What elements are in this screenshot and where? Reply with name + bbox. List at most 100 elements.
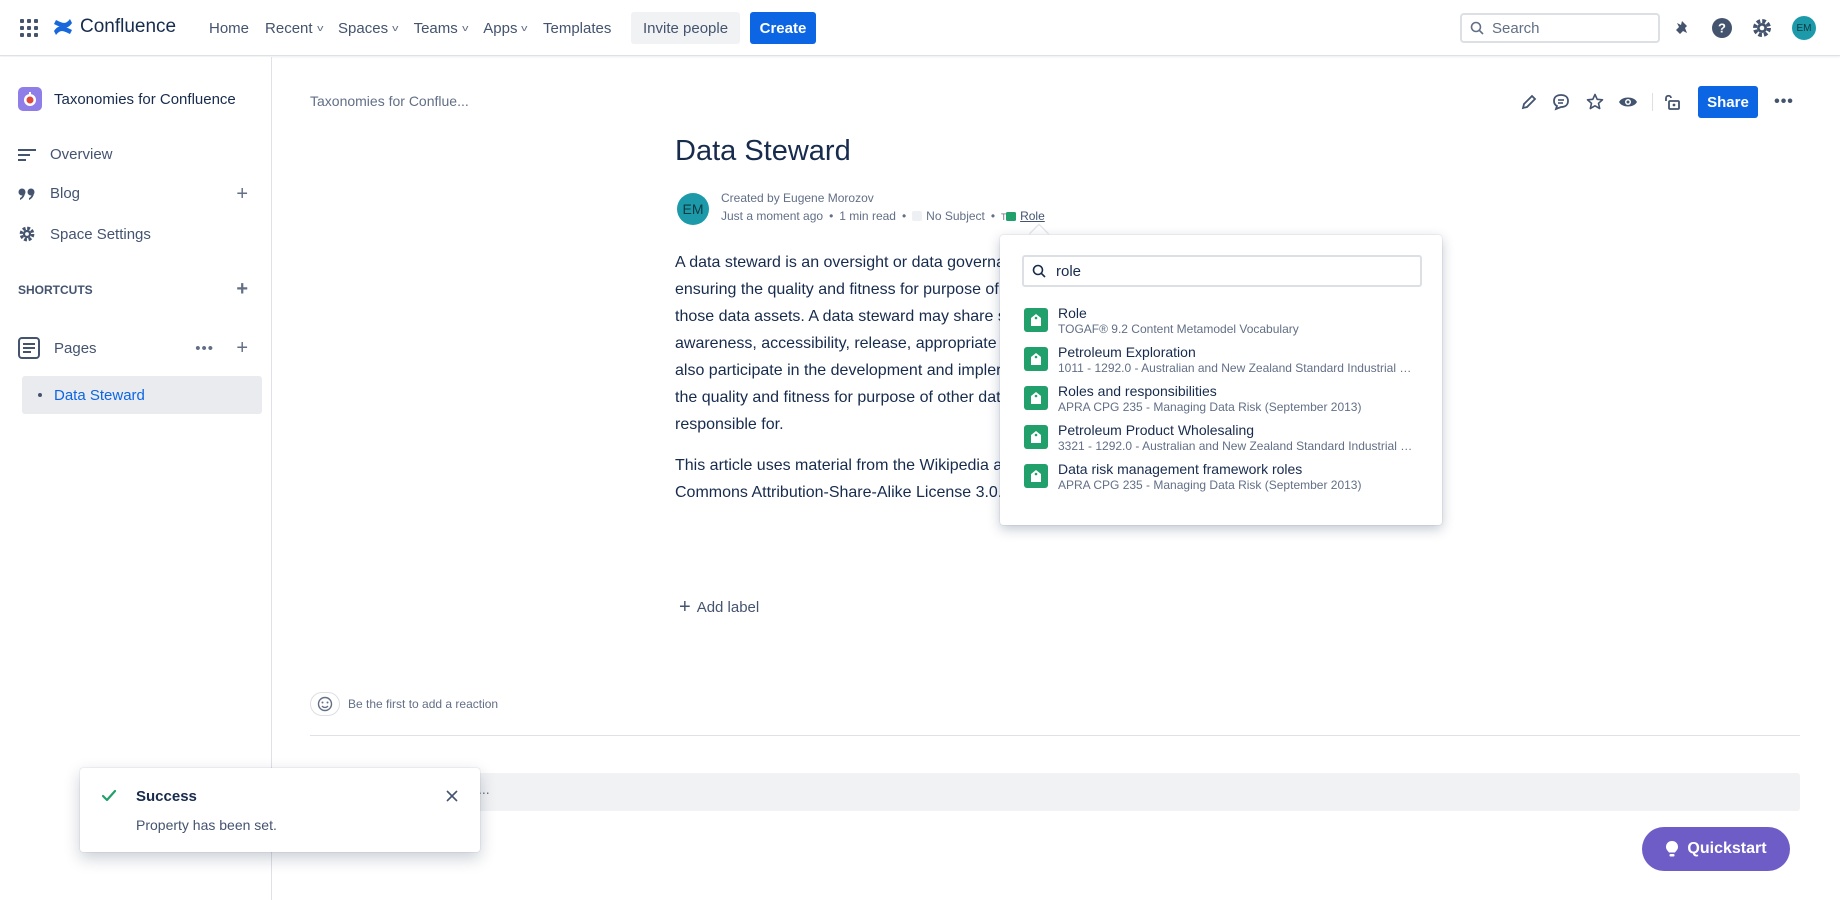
shortcuts-section: SHORTCUTS + <box>18 279 248 299</box>
comment-input[interactable]: ... <box>310 773 1800 811</box>
add-label-button[interactable]: + Add label <box>679 597 759 617</box>
sidebar-item-label: Blog <box>50 185 81 202</box>
nav-recent[interactable]: Recent v <box>257 12 330 44</box>
sidebar-item-label: Space Settings <box>50 225 151 243</box>
breadcrumb[interactable]: Taxonomies for Conflue... <box>310 93 469 109</box>
add-shortcut-plus-icon[interactable]: + <box>236 279 248 299</box>
quote-icon <box>18 188 35 200</box>
tag-icon <box>1024 347 1048 371</box>
search-icon <box>1032 264 1046 278</box>
body-line: responsible for. <box>675 416 784 433</box>
space-logo-icon <box>18 87 42 111</box>
add-reaction-button[interactable] <box>310 692 340 716</box>
share-button[interactable]: Share <box>1698 86 1758 118</box>
page-tree-label: Data Steward <box>54 386 145 404</box>
taxonomy-search-value: role <box>1056 262 1082 280</box>
space-header[interactable]: Taxonomies for Confluence <box>18 87 236 111</box>
notifications-icon[interactable] <box>1670 16 1694 40</box>
create-button[interactable]: Create <box>750 12 816 44</box>
created-by-text[interactable]: Created by Eugene Morozov <box>721 191 874 205</box>
subject-property[interactable]: No Subject <box>912 209 985 223</box>
result-subtitle: 1011 - 1292.0 - Australian and New Zeala… <box>1058 361 1418 375</box>
svg-text:?: ? <box>1718 21 1726 36</box>
subject-icon <box>912 211 923 221</box>
sidebar-item-overview[interactable]: Overview <box>18 146 248 163</box>
nav-teams[interactable]: Teams v <box>406 12 476 44</box>
taxonomy-result-item[interactable]: Data risk management framework roles APR… <box>1024 459 1424 497</box>
nav-apps-label: Apps <box>483 19 518 37</box>
body-line: A data steward is an oversight or data g… <box>675 254 1000 271</box>
settings-gear-icon[interactable] <box>1750 16 1774 40</box>
checkmark-icon <box>101 789 117 802</box>
nav-templates-label: Templates <box>542 19 612 37</box>
author-avatar[interactable]: EM <box>677 193 709 225</box>
nav-spaces[interactable]: Spaces v <box>330 12 406 44</box>
more-actions-icon[interactable]: ••• <box>1772 90 1796 114</box>
search-icon <box>1470 21 1484 35</box>
taxonomy-picker-popup: role Role TOGAF® 9.2 Content Metamodel V… <box>1000 235 1442 525</box>
search-input[interactable]: Search <box>1460 13 1660 43</box>
result-subtitle: APRA CPG 235 - Managing Data Risk (Septe… <box>1058 478 1362 492</box>
add-blog-plus-icon[interactable]: + <box>236 184 248 204</box>
reactions-bar: Be the first to add a reaction <box>310 692 498 716</box>
page-tree-item[interactable]: Data Steward <box>22 376 262 414</box>
space-name: Taxonomies for Confluence <box>54 90 236 108</box>
result-subtitle: 3321 - 1292.0 - Australian and New Zeala… <box>1058 439 1418 453</box>
tag-icon <box>1024 386 1048 410</box>
bullet-icon <box>38 393 42 397</box>
nav-apps[interactable]: Apps v <box>475 12 535 44</box>
comment-icon[interactable] <box>1549 90 1573 114</box>
search-placeholder: Search <box>1492 19 1540 37</box>
watch-eye-icon[interactable] <box>1616 90 1640 114</box>
chevron-down-icon: v <box>521 23 528 33</box>
body-line: Commons Attribution-Share-Alike License … <box>675 484 1000 501</box>
tag-icon <box>1024 464 1048 488</box>
reaction-hint: Be the first to add a reaction <box>348 697 499 711</box>
body-line: ensuring the quality and fitness for pur… <box>675 281 999 298</box>
success-toast: Success Property has been set. <box>80 768 480 852</box>
nav-recent-label: Recent <box>265 19 313 37</box>
close-icon[interactable] <box>444 788 460 804</box>
result-title: Petroleum Product Wholesaling <box>1058 422 1255 438</box>
main-nav: Home Recent v Spaces v Teams v Apps v Templa… <box>201 0 619 56</box>
role-property[interactable]: T Role <box>1001 209 1045 223</box>
nav-home[interactable]: Home <box>201 12 257 44</box>
edit-pencil-icon[interactable] <box>1517 90 1541 114</box>
add-page-plus-icon[interactable]: + <box>236 338 248 358</box>
star-icon[interactable] <box>1583 90 1607 114</box>
lightbulb-icon <box>1666 841 1679 857</box>
subject-label: No Subject <box>926 209 985 223</box>
separator: • <box>829 209 834 223</box>
chevron-down-icon: v <box>461 23 469 33</box>
page-time: Just a moment ago <box>721 209 824 223</box>
confluence-logo[interactable]: Confluence <box>52 16 176 38</box>
help-icon[interactable]: ? <box>1710 16 1734 40</box>
taxonomy-search-input[interactable]: role <box>1022 255 1422 287</box>
body-line: awareness, accessibility, release, appro… <box>675 335 1000 352</box>
taxonomy-result-item[interactable]: Role TOGAF® 9.2 Content Metamodel Vocabu… <box>1024 303 1424 341</box>
app-switcher-icon[interactable] <box>20 19 38 37</box>
app-name: Confluence <box>80 16 177 37</box>
tag-icon <box>1024 425 1048 449</box>
more-options-icon[interactable]: ••• <box>195 340 214 357</box>
result-title: Data risk management framework roles <box>1058 461 1303 477</box>
result-title: Roles and responsibilities <box>1058 383 1217 399</box>
sidebar-item-blog[interactable]: Blog + <box>18 184 248 204</box>
page-body-paragraph: A data steward is an oversight or data g… <box>675 249 1000 438</box>
page-body-paragraph-2: This article uses material from the Wiki… <box>675 452 1000 506</box>
quickstart-button[interactable]: Quickstart <box>1642 827 1790 871</box>
taxonomy-result-item[interactable]: Roles and responsibilities APRA CPG 235 … <box>1024 381 1424 419</box>
taxonomy-result-item[interactable]: Petroleum Exploration 1011 - 1292.0 - Au… <box>1024 342 1424 380</box>
invite-people-button[interactable]: Invite people <box>631 12 741 44</box>
taxonomy-result-item[interactable]: Petroleum Product Wholesaling 3321 - 129… <box>1024 420 1424 458</box>
nav-templates[interactable]: Templates <box>535 12 619 44</box>
sidebar-item-space-settings[interactable]: Space Settings <box>18 225 248 243</box>
sidebar-item-pages[interactable]: Pages ••• + <box>18 337 248 359</box>
read-time: 1 min read <box>839 209 896 223</box>
restrictions-unlock-icon[interactable] <box>1660 90 1684 114</box>
user-avatar[interactable]: EM <box>1792 16 1816 40</box>
top-navigation-bar: Confluence Home Recent v Spaces v Teams v A… <box>0 0 1840 56</box>
separator: • <box>901 209 907 223</box>
tag-icon <box>1024 308 1048 332</box>
actions-divider <box>1652 93 1653 111</box>
